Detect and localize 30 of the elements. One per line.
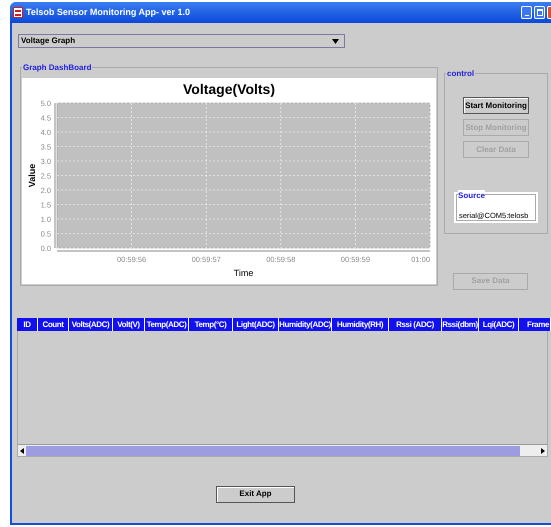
- maximize-button[interactable]: [534, 6, 545, 19]
- column-header[interactable]: Count: [38, 318, 69, 331]
- scrollbar-thumb[interactable]: [26, 446, 520, 456]
- column-header[interactable]: Volt(V): [113, 318, 145, 331]
- dropdown-value: Voltage Graph: [21, 35, 76, 47]
- column-header[interactable]: Humidity(ADC): [279, 318, 332, 331]
- button[interactable]: Start Monitoring: [463, 97, 529, 114]
- column-header[interactable]: Temp(°C): [189, 318, 233, 331]
- scroll-left-icon[interactable]: [20, 448, 24, 454]
- column-header[interactable]: ID: [17, 318, 38, 331]
- panel-title: Graph DashBoard: [22, 62, 92, 74]
- dropdown-arrow-icon: [332, 38, 339, 44]
- y-axis-title: Value: [27, 164, 37, 188]
- column-header[interactable]: Volts(ADC): [69, 318, 113, 331]
- column-header[interactable]: Frame: [519, 318, 551, 331]
- button[interactable]: Exit App: [216, 486, 295, 502]
- scroll-right-icon[interactable]: [541, 448, 545, 454]
- column-header[interactable]: Temp(ADC): [145, 318, 189, 331]
- horizontal-scrollbar[interactable]: [18, 444, 547, 456]
- app-icon: [13, 7, 23, 18]
- view-dropdown[interactable]: Voltage Graph: [18, 34, 345, 48]
- column-header[interactable]: Rssi(dbm): [442, 318, 479, 331]
- column-header[interactable]: Rssi (ADC): [389, 318, 442, 331]
- minimize-button[interactable]: [521, 6, 532, 19]
- x-axis-title: Time: [234, 268, 254, 278]
- column-header[interactable]: Lqi(ADC): [479, 318, 519, 331]
- chart-title: Voltage(Volts): [182, 81, 276, 97]
- column-header[interactable]: Light(ADC): [233, 318, 279, 331]
- column-header[interactable]: Humidity(RH): [332, 318, 389, 331]
- window-title: Telsob Sensor Monitoring App- ver 1.0: [26, 6, 190, 19]
